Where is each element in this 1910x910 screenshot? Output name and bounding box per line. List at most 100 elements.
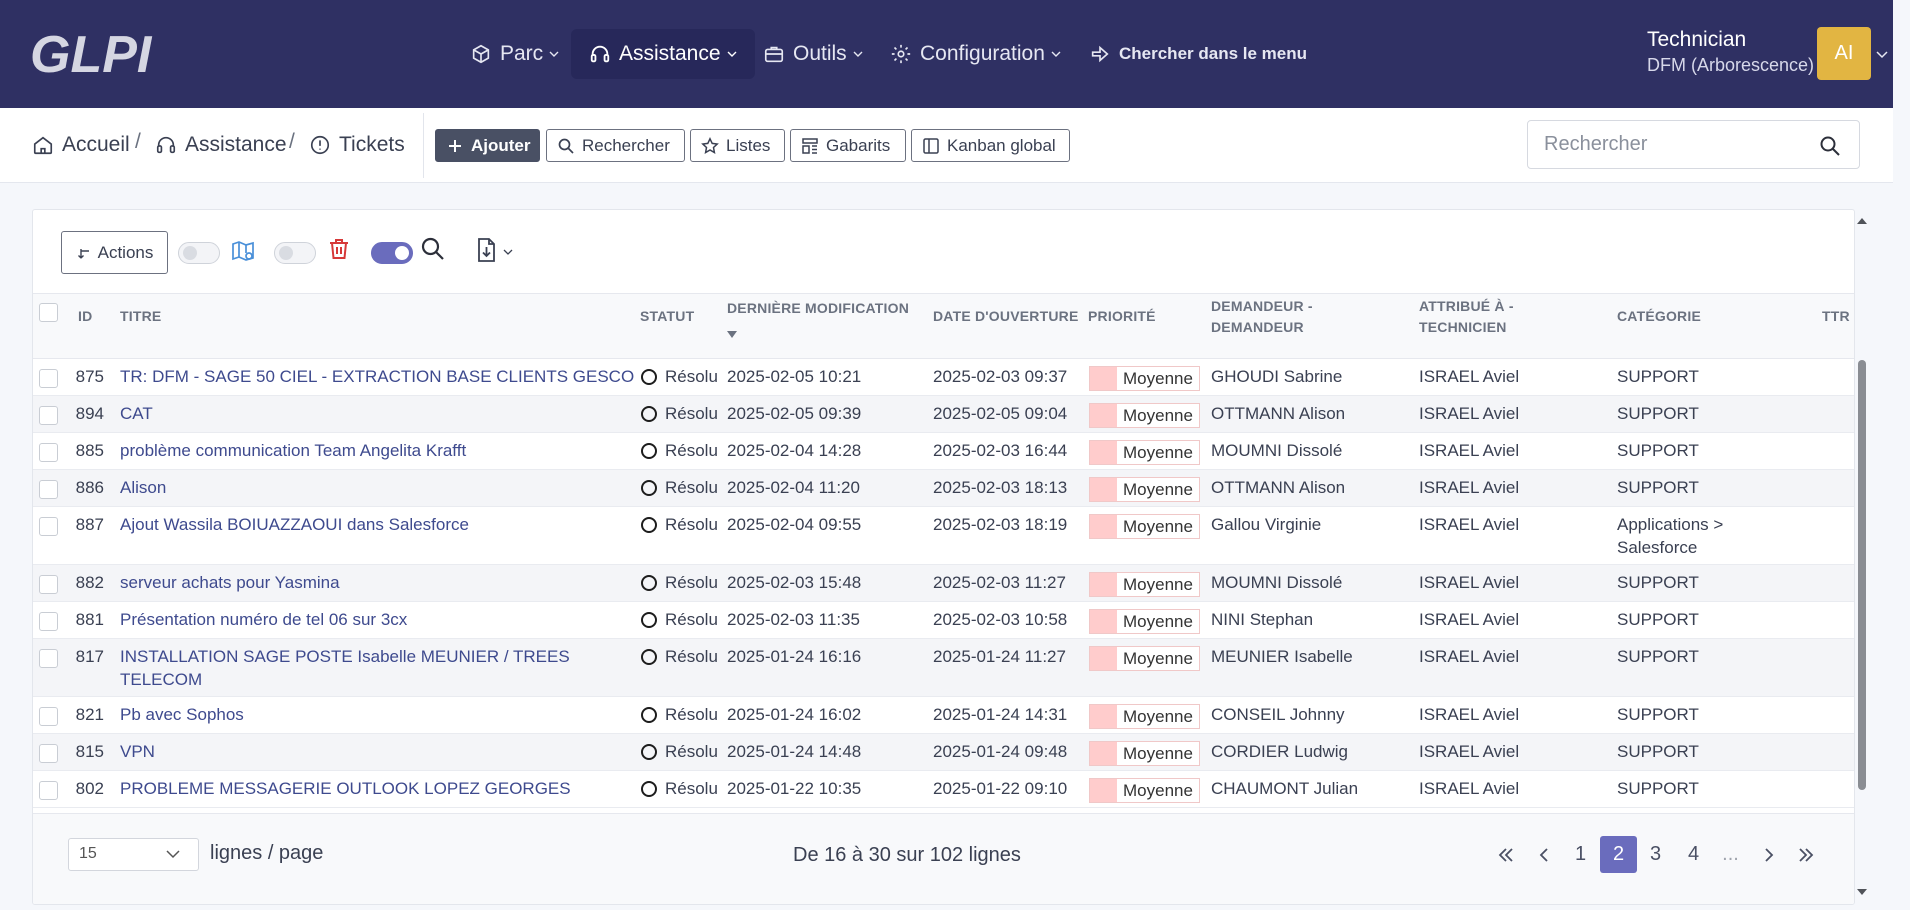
column-category[interactable]: CATÉGORIE	[1617, 306, 1701, 327]
actions-button[interactable]: Actions	[61, 231, 168, 274]
nav-configuration[interactable]: Configuration	[890, 29, 1061, 79]
nav-outils[interactable]: Outils	[763, 29, 863, 79]
ticket-requester[interactable]: MEUNIER Isabelle	[1211, 645, 1353, 668]
export-file-icon[interactable]	[473, 237, 499, 263]
ticket-requester[interactable]: CORDIER Ludwig	[1211, 740, 1348, 763]
ticket-assigned-technician[interactable]: ISRAEL Aviel	[1419, 703, 1519, 726]
ticket-assigned-technician[interactable]: ISRAEL Aviel	[1419, 777, 1519, 800]
nav-menu-search[interactable]: Chercher dans le menu	[1089, 29, 1307, 79]
column-requester[interactable]: DEMANDEUR - DEMANDEUR	[1211, 296, 1313, 338]
table-row[interactable]: 821 Pb avec Sophos Résolu 2025-01-24 16:02 2…	[33, 697, 1854, 734]
row-checkbox[interactable]	[39, 781, 58, 800]
ticket-requester[interactable]: OTTMANN Alison	[1211, 476, 1345, 499]
templates-button[interactable]: Gabarits	[790, 129, 906, 162]
column-opened[interactable]: DATE D'OUVERTURE	[933, 306, 1079, 327]
map-icon[interactable]	[230, 238, 256, 264]
nav-parc[interactable]: Parc	[470, 29, 559, 79]
avatar[interactable]: AI	[1817, 27, 1871, 80]
table-row[interactable]: 875 TR: DFM - SAGE 50 CIEL - EXTRACTION B…	[33, 359, 1854, 396]
column-assigned[interactable]: ATTRIBUÉ À - TECHNICIEN	[1419, 296, 1514, 338]
ticket-title-link[interactable]: TR: DFM - SAGE 50 CIEL - EXTRACTION BASE…	[120, 365, 634, 388]
add-button[interactable]: Ajouter	[435, 129, 540, 162]
table-row[interactable]: 817 INSTALLATION SAGE POSTE Isabelle MEUN…	[33, 639, 1854, 697]
ticket-requester[interactable]: Gallou Virginie	[1211, 513, 1321, 536]
ticket-title-link[interactable]: CAT	[120, 402, 153, 425]
row-checkbox[interactable]	[39, 443, 58, 462]
column-title[interactable]: TITRE	[120, 306, 161, 327]
column-priority[interactable]: PRIORITÉ	[1088, 306, 1156, 327]
scrollbar-thumb[interactable]	[1858, 360, 1866, 790]
glpi-logo[interactable]: GLPI	[30, 26, 170, 82]
ticket-assigned-technician[interactable]: ISRAEL Aviel	[1419, 513, 1519, 536]
page-4-button[interactable]: 4	[1675, 836, 1712, 873]
user-profile[interactable]: Technician	[1647, 28, 1746, 52]
trash-toggle[interactable]	[274, 242, 316, 264]
ticket-requester[interactable]: MOUMNI Dissolé	[1211, 439, 1342, 462]
search-input[interactable]	[1544, 133, 1814, 156]
row-checkbox[interactable]	[39, 744, 58, 763]
table-row[interactable]: 802 PROBLEME MESSAGERIE OUTLOOK LOPEZ GEO…	[33, 771, 1854, 808]
ticket-assigned-technician[interactable]: ISRAEL Aviel	[1419, 645, 1519, 668]
trash-icon[interactable]	[326, 236, 352, 262]
ticket-assigned-technician[interactable]: ISRAEL Aviel	[1419, 365, 1519, 388]
table-row[interactable]: 885 problème communication Team Angelita …	[33, 433, 1854, 470]
table-row[interactable]: 894 CAT Résolu 2025-02-05 09:39 2025-02-05 0…	[33, 396, 1854, 433]
first-page-button[interactable]	[1487, 836, 1524, 873]
ticket-assigned-technician[interactable]: ISRAEL Aviel	[1419, 476, 1519, 499]
sort-desc-icon[interactable]	[727, 331, 737, 338]
ticket-title-link[interactable]: Alison	[120, 476, 166, 499]
search-icon[interactable]	[1819, 135, 1841, 157]
column-ttr[interactable]: TTR	[1822, 306, 1850, 327]
user-entity[interactable]: DFM (Arborescence)	[1647, 55, 1814, 76]
page-1-button[interactable]: 1	[1562, 836, 1599, 873]
column-id[interactable]: ID	[78, 306, 92, 327]
row-checkbox[interactable]	[39, 707, 58, 726]
select-all-checkbox[interactable]	[39, 303, 58, 322]
ticket-requester[interactable]: CONSEIL Johnny	[1211, 703, 1345, 726]
row-checkbox[interactable]	[39, 612, 58, 631]
previous-page-button[interactable]	[1525, 836, 1562, 873]
ticket-requester[interactable]: OTTMANN Alison	[1211, 402, 1345, 425]
ticket-requester[interactable]: MOUMNI Dissolé	[1211, 571, 1342, 594]
ticket-title-link[interactable]: Ajout Wassila BOIUAZZAOUI dans Salesforc…	[120, 513, 469, 536]
ticket-title-link[interactable]: serveur achats pour Yasmina	[120, 571, 340, 594]
ticket-assigned-technician[interactable]: ISRAEL Aviel	[1419, 439, 1519, 462]
kanban-button[interactable]: Kanban global	[911, 129, 1070, 162]
ticket-assigned-technician[interactable]: ISRAEL Aviel	[1419, 571, 1519, 594]
table-row[interactable]: 881 Présentation numéro de tel 06 sur 3cx…	[33, 602, 1854, 639]
scroll-down-arrow-icon[interactable]	[1857, 888, 1867, 896]
row-checkbox[interactable]	[39, 480, 58, 499]
column-modified[interactable]: DERNIÈRE MODIFICATION	[727, 298, 909, 338]
page-2-button[interactable]: 2	[1600, 836, 1637, 873]
table-row[interactable]: 815 VPN Résolu 2025-01-24 14:48 2025-01-24 0…	[33, 734, 1854, 771]
table-row[interactable]: 886 Alison Résolu 2025-02-04 11:20 2025-02-0…	[33, 470, 1854, 507]
ticket-title-link[interactable]: Présentation numéro de tel 06 sur 3cx	[120, 608, 407, 631]
ticket-title-link[interactable]: TELECOM	[120, 668, 202, 691]
per-page-select[interactable]: 15	[68, 838, 199, 871]
table-row[interactable]: 887 Ajout Wassila BOIUAZZAOUI dans Salesf…	[33, 507, 1854, 565]
row-checkbox[interactable]	[39, 517, 58, 536]
lists-button[interactable]: Listes	[690, 129, 785, 162]
row-checkbox[interactable]	[39, 369, 58, 388]
ticket-title-link[interactable]: problème communication Team Angelita Kra…	[120, 439, 466, 462]
scroll-up-arrow-icon[interactable]	[1857, 217, 1867, 225]
next-page-button[interactable]	[1750, 836, 1787, 873]
row-checkbox[interactable]	[39, 575, 58, 594]
column-status[interactable]: STATUT	[640, 306, 694, 327]
search-icon[interactable]	[420, 236, 446, 262]
map-toggle[interactable]	[178, 242, 220, 264]
ticket-title-link[interactable]: PROBLEME MESSAGERIE OUTLOOK LOPEZ GEORGE…	[120, 777, 571, 800]
ticket-assigned-technician[interactable]: ISRAEL Aviel	[1419, 740, 1519, 763]
ticket-requester[interactable]: NINI Stephan	[1211, 608, 1313, 631]
ticket-title-link[interactable]: INSTALLATION SAGE POSTE Isabelle MEUNIER…	[120, 645, 570, 668]
row-checkbox[interactable]	[39, 649, 58, 668]
ticket-assigned-technician[interactable]: ISRAEL Aviel	[1419, 608, 1519, 631]
chevron-down-icon[interactable]	[1876, 50, 1888, 60]
search-button[interactable]: Rechercher	[546, 129, 685, 162]
table-row[interactable]: 882 serveur achats pour Yasmina Résolu 2025…	[33, 565, 1854, 602]
page-3-button[interactable]: 3	[1637, 836, 1674, 873]
nav-assistance[interactable]: Assistance	[571, 29, 755, 79]
ticket-requester[interactable]: CHAUMONT Julian	[1211, 777, 1358, 800]
global-search[interactable]	[1527, 120, 1860, 169]
breadcrumb-home[interactable]: Accueil	[32, 130, 130, 160]
